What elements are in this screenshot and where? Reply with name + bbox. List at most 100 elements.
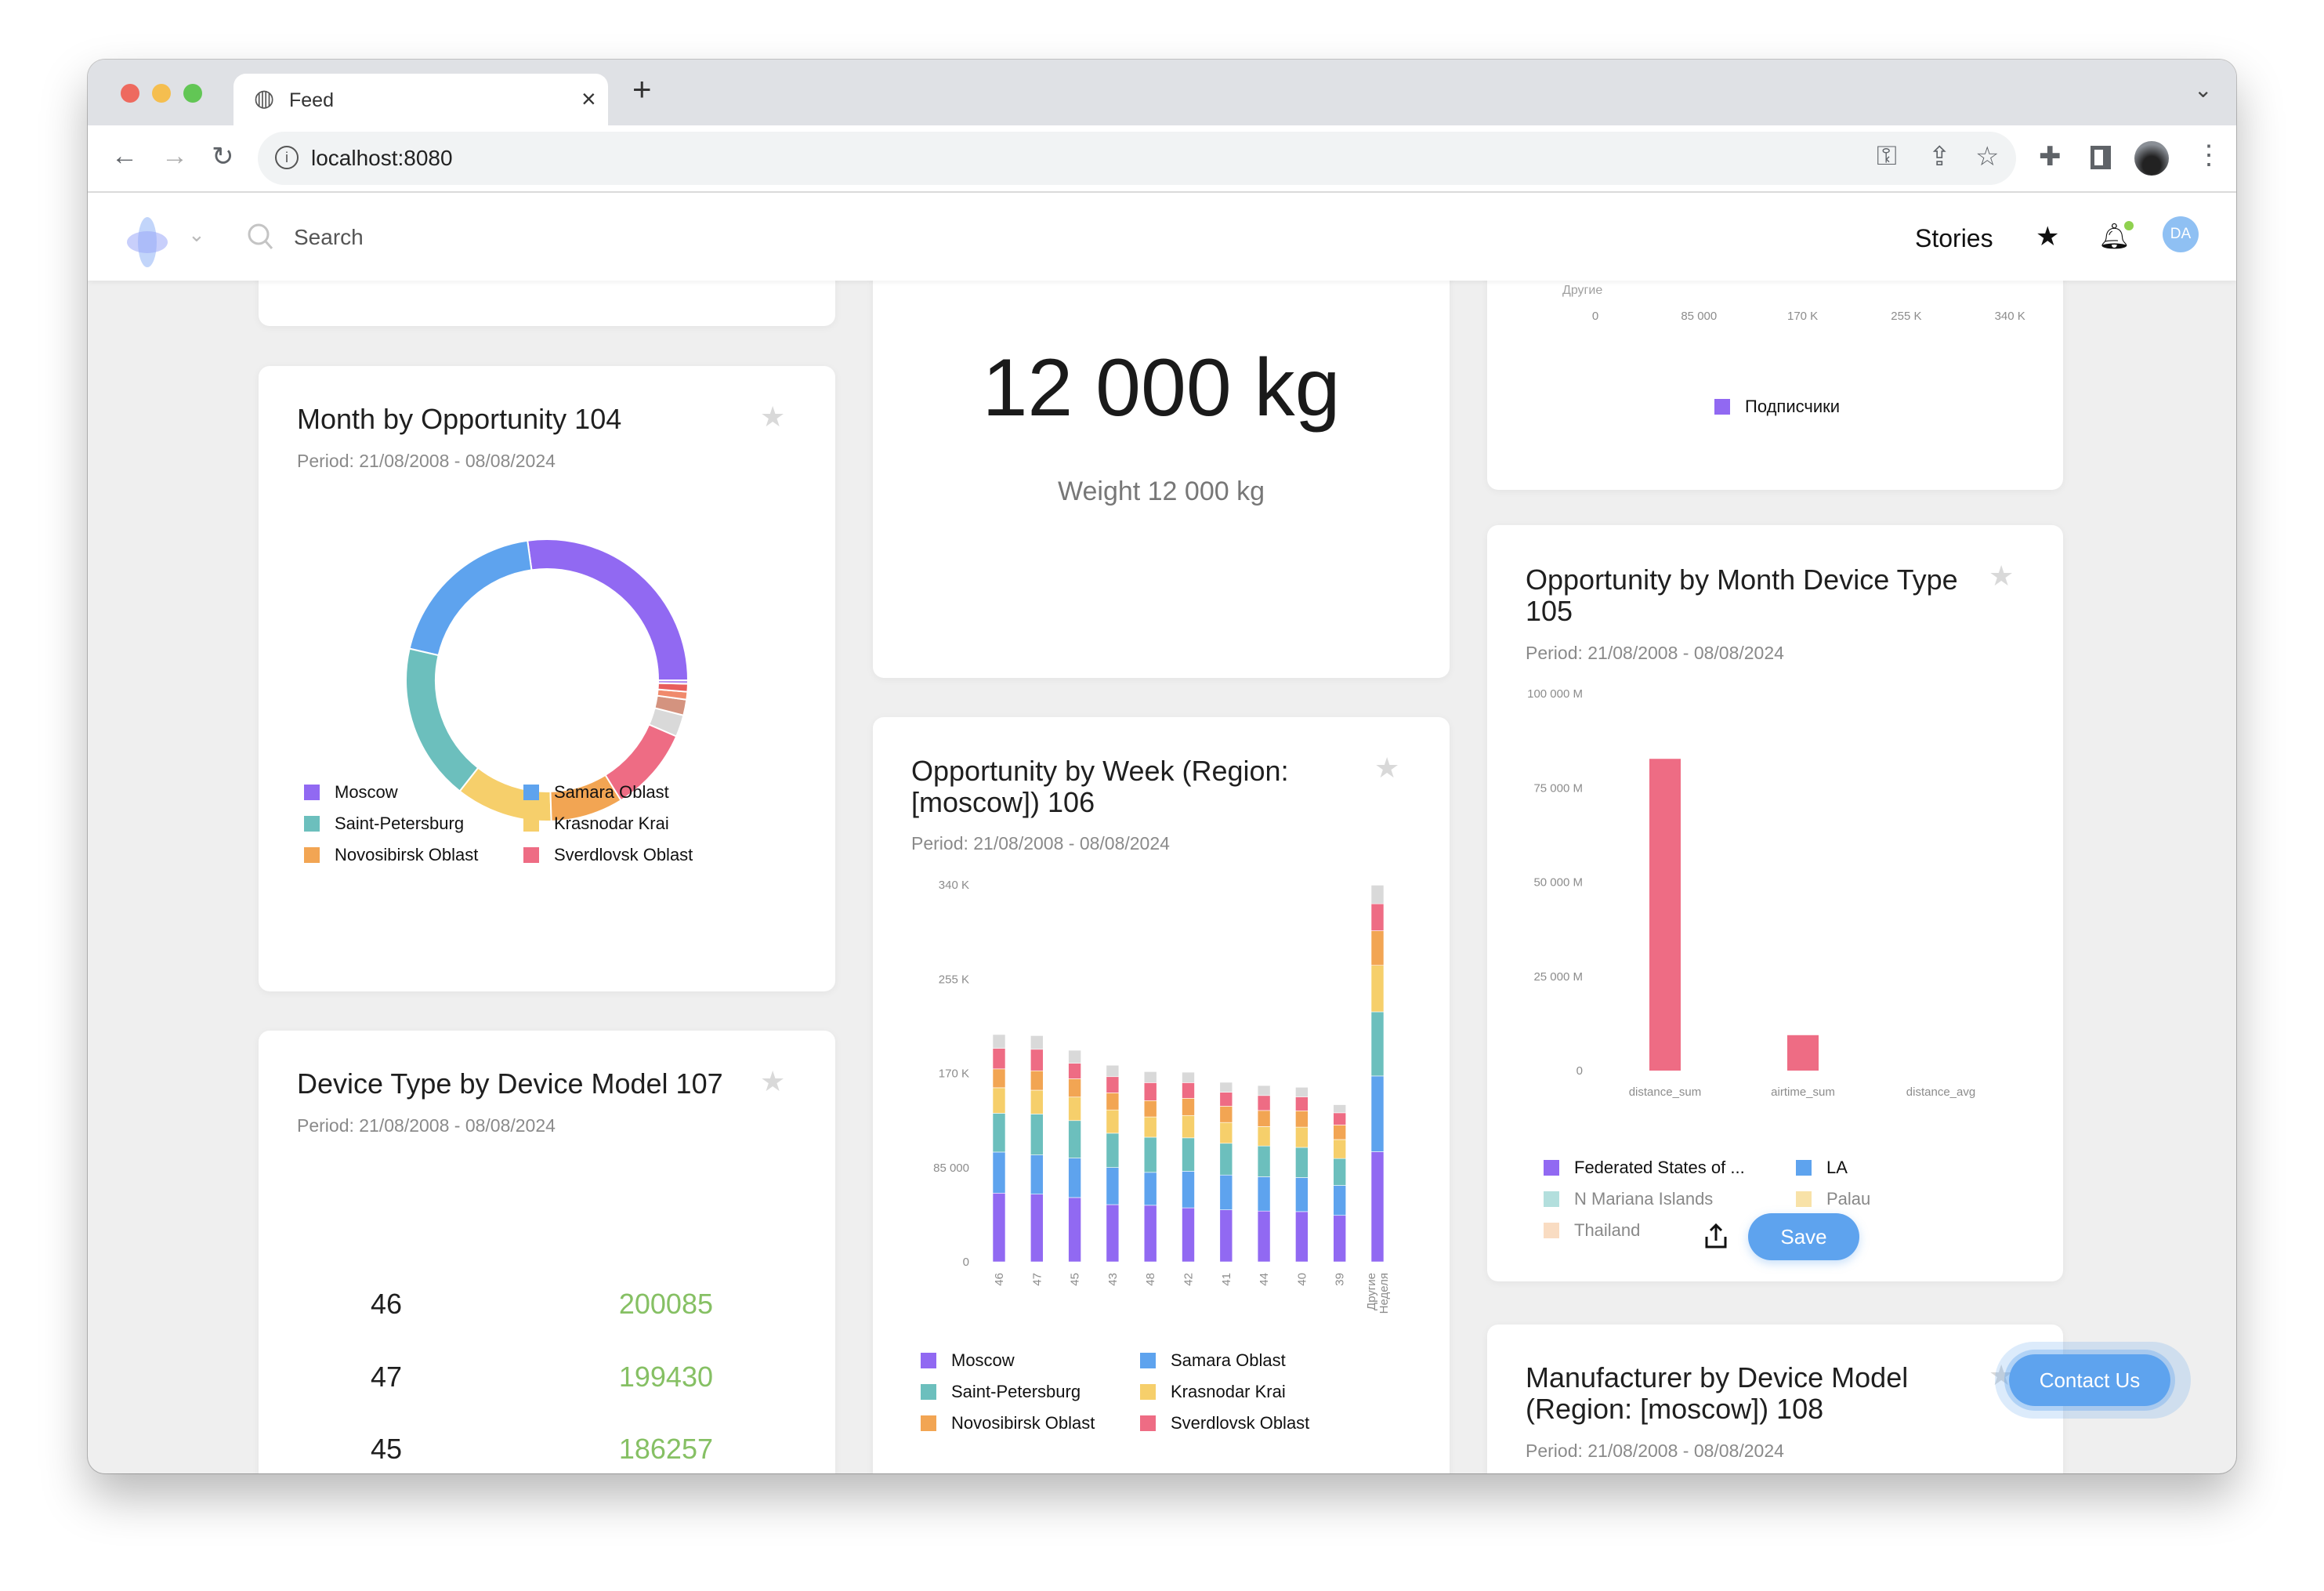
legend-item[interactable]: Krasnodar Krai — [523, 814, 669, 834]
x-tick-label: 42 — [1182, 1273, 1196, 1286]
legend-item[interactable]: Saint-Petersburg — [304, 814, 464, 834]
legend-swatch — [1796, 1160, 1812, 1176]
bar-segment — [1182, 1171, 1195, 1209]
tab-title: Feed — [289, 89, 334, 111]
search-input[interactable]: Search — [294, 225, 364, 250]
favorites-star-icon[interactable]: ★ — [2036, 221, 2059, 252]
stories-link[interactable]: Stories — [1915, 224, 1993, 253]
y-tick-label: 100 000 M — [1527, 687, 1583, 701]
legend-item[interactable]: LA — [1796, 1158, 1848, 1178]
x-tick-label: 43 — [1106, 1273, 1120, 1286]
bar-segment — [1143, 1082, 1157, 1101]
legend-swatch — [921, 1415, 936, 1431]
extensions-puzzle-icon[interactable]: ✚ — [2039, 141, 2062, 172]
bookmark-star-icon[interactable]: ☆ — [1975, 141, 1999, 172]
contact-us-button[interactable]: Contact Us — [2004, 1350, 2175, 1411]
bar-segment — [1143, 1116, 1157, 1138]
profile-avatar[interactable] — [2134, 141, 2169, 176]
legend-item[interactable]: Samara Oblast — [523, 782, 669, 803]
y-tick-label: 0 — [963, 1256, 969, 1269]
legend-item[interactable]: Novosibirsk Oblast — [921, 1413, 1095, 1433]
reload-icon[interactable]: ↻ — [212, 141, 234, 172]
legend-item[interactable]: Palau — [1796, 1189, 1870, 1209]
legend-item[interactable]: Novosibirsk Oblast — [304, 845, 478, 865]
legend-item[interactable]: Saint-Petersburg — [921, 1382, 1081, 1402]
bar-segment — [992, 1034, 1006, 1049]
browser-menu-icon[interactable]: ⋮ — [2195, 140, 2222, 171]
tab-list-chevron-icon[interactable]: ⌄ — [2194, 77, 2212, 103]
forward-icon[interactable]: → — [161, 141, 188, 172]
legend-swatch — [304, 785, 320, 800]
y-tick-label: 340 K — [939, 879, 969, 892]
x-tick-label: distance_avg — [1906, 1085, 1975, 1099]
legend-item[interactable]: Подписчики — [1714, 397, 1840, 417]
legend-label: Moscow — [951, 1350, 1015, 1370]
search-icon[interactable] — [247, 223, 275, 252]
url-text[interactable]: localhost:8080 — [311, 146, 453, 171]
y-tick-label: 50 000 M — [1533, 876, 1583, 890]
bar-segment — [1068, 1197, 1081, 1263]
user-avatar[interactable]: DA — [2163, 216, 2199, 252]
sidebar-icon[interactable] — [2091, 146, 2111, 169]
logo-chevron-down-icon[interactable]: ⌄ — [188, 223, 205, 247]
bar-segment — [1182, 1071, 1195, 1083]
bar-segment — [1257, 1126, 1271, 1147]
bar-segment — [1106, 1167, 1120, 1205]
close-window-button[interactable] — [121, 84, 139, 103]
notification-dot — [2124, 221, 2134, 230]
bar-segment — [1219, 1122, 1233, 1144]
new-tab-button[interactable]: + — [632, 71, 652, 108]
x-tick-label: 0 — [1592, 310, 1598, 323]
bar-segment — [1295, 1126, 1309, 1148]
bar-segment — [1295, 1147, 1309, 1178]
legend-item[interactable]: Sverdlovsk Oblast — [523, 845, 693, 865]
bar-segment — [1257, 1095, 1271, 1111]
legend-label: Federated States of ... — [1574, 1158, 1745, 1177]
card-title: Manufacturer by Device Model (Region: [m… — [1526, 1361, 1909, 1425]
bar-segment — [1219, 1092, 1233, 1107]
legend-item[interactable]: Moscow — [304, 782, 398, 803]
row-value: 199430 — [618, 1361, 713, 1393]
legend-item[interactable]: Sverdlovsk Oblast — [1140, 1413, 1309, 1433]
bar-segment — [1143, 1100, 1157, 1118]
save-button[interactable]: Save — [1748, 1213, 1859, 1260]
tab-bar: ◍ Feed × + ⌄ — [88, 60, 2236, 125]
legend-item[interactable]: Federated States of ... — [1544, 1158, 1745, 1178]
bar-segment — [1030, 1089, 1044, 1114]
card-title: Device Type by Device Model 107 — [297, 1067, 723, 1100]
bar-segment — [1182, 1098, 1195, 1116]
legend-label: LA — [1826, 1158, 1848, 1177]
maximize-window-button[interactable] — [183, 84, 202, 103]
legend-label: Sverdlovsk Oblast — [554, 845, 693, 864]
legend-item[interactable]: N Mariana Islands — [1544, 1189, 1713, 1209]
bar-segment — [1333, 1139, 1347, 1159]
address-bar[interactable]: i localhost:8080 ⚿ ⇪ ☆ — [258, 132, 2016, 185]
legend-item[interactable]: Krasnodar Krai — [1140, 1382, 1286, 1402]
legend-swatch — [921, 1384, 936, 1400]
share-export-icon[interactable] — [1704, 1223, 1728, 1249]
back-icon[interactable]: ← — [111, 141, 138, 172]
card-opportunity-by-week: Opportunity by Week (Region: [moscow]) 1… — [873, 717, 1450, 1473]
bar-segment — [1219, 1106, 1233, 1123]
share-icon[interactable]: ⇪ — [1928, 141, 1951, 172]
legend-item[interactable]: Samara Oblast — [1140, 1350, 1286, 1371]
info-icon[interactable]: i — [275, 146, 299, 169]
legend-item[interactable]: Moscow — [921, 1350, 1015, 1371]
tab-feed[interactable]: ◍ Feed × — [233, 74, 608, 125]
legend-swatch — [304, 816, 320, 832]
browser-window: ◍ Feed × + ⌄ ← → ↻ i localhost:8080 ⚿ ⇪ … — [88, 60, 2236, 1473]
close-tab-icon[interactable]: × — [581, 85, 596, 114]
bar-segment — [1333, 1185, 1347, 1216]
app-logo-icon[interactable] — [127, 216, 168, 268]
legend-item[interactable]: Thailand — [1544, 1220, 1640, 1241]
minimize-window-button[interactable] — [152, 84, 171, 103]
favorite-star-icon[interactable]: ★ — [760, 1065, 785, 1098]
bar-segment — [992, 1087, 1006, 1114]
key-icon[interactable]: ⚿ — [1877, 141, 1897, 172]
legend-swatch — [1544, 1160, 1559, 1176]
bar-segment — [1295, 1096, 1309, 1111]
bar-segment — [1068, 1158, 1081, 1198]
globe-icon: ◍ — [254, 85, 275, 111]
card-period: Period: 21/08/2008 - 08/08/2024 — [1526, 1441, 1784, 1461]
card-opportunity-by-month-device: Opportunity by Month Device Type 105 Per… — [1487, 525, 2063, 1281]
